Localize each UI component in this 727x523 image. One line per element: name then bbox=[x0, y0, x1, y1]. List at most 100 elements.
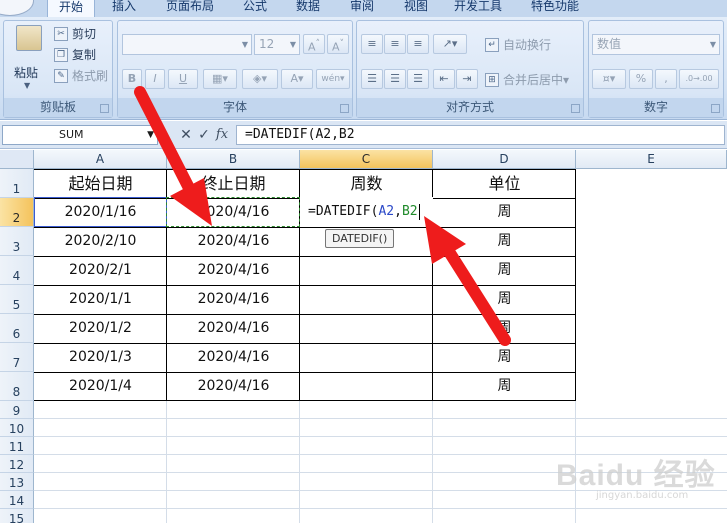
table-cell[interactable]: 周 bbox=[433, 227, 576, 256]
fill-color-button[interactable]: ◈▾ bbox=[242, 69, 278, 89]
cancel-icon[interactable]: ✕ bbox=[178, 126, 194, 144]
tab-home[interactable]: 开始 bbox=[47, 0, 95, 17]
comma-button[interactable]: , bbox=[655, 69, 677, 89]
insert-function-icon[interactable]: fx bbox=[214, 126, 230, 144]
row-header[interactable]: 6 bbox=[0, 314, 34, 343]
phonetic-button[interactable]: wén▾ bbox=[316, 69, 350, 89]
tab-formulas[interactable]: 公式 bbox=[235, 0, 275, 17]
header-cell[interactable]: 周数 bbox=[300, 169, 433, 198]
align-center-button[interactable]: ☰ bbox=[384, 69, 406, 89]
formula-input[interactable]: =DATEDIF(A2,B2 bbox=[236, 125, 725, 145]
format-painter-button[interactable]: ✎ 格式刷 bbox=[54, 67, 108, 85]
header-cell[interactable]: 终止日期 bbox=[167, 169, 300, 198]
row-header[interactable]: 3 bbox=[0, 227, 34, 256]
tab-data[interactable]: 数据 bbox=[288, 0, 328, 17]
header-cell[interactable]: 单位 bbox=[433, 169, 576, 198]
shrink-font-button[interactable]: A˅ bbox=[327, 34, 349, 54]
function-tooltip[interactable]: DATEDIF() bbox=[325, 229, 395, 248]
table-cell[interactable]: 周 bbox=[433, 198, 576, 227]
table-cell[interactable]: 周 bbox=[433, 343, 576, 372]
align-center-icon: ☰ bbox=[390, 72, 400, 85]
tab-insert[interactable]: 插入 bbox=[104, 0, 144, 17]
table-cell[interactable]: 2020/4/16 bbox=[167, 227, 300, 256]
ribbon-tab-bar: 开始 插入 页面布局 公式 数据 审阅 视图 开发工具 特色功能 bbox=[0, 0, 727, 17]
decimal-button[interactable]: .0→.00 bbox=[679, 69, 719, 89]
table-cell[interactable]: 2020/1/1 bbox=[34, 285, 167, 314]
tab-developer[interactable]: 开发工具 bbox=[448, 0, 508, 17]
table-cell[interactable]: 周 bbox=[433, 314, 576, 343]
row-header[interactable]: 12 bbox=[0, 455, 34, 473]
table-cell[interactable]: 周 bbox=[433, 372, 576, 401]
table-cell[interactable]: 2020/4/16 bbox=[167, 285, 300, 314]
row-header[interactable]: 7 bbox=[0, 343, 34, 372]
currency-button[interactable]: ¤▾ bbox=[592, 69, 626, 89]
align-top-button[interactable]: ≡ bbox=[361, 34, 383, 54]
alignment-launcher-icon[interactable] bbox=[571, 104, 580, 113]
table-cell[interactable]: 2020/1/4 bbox=[34, 372, 167, 401]
cut-button[interactable]: ✂ 剪切 bbox=[54, 25, 96, 43]
font-size-combo[interactable]: 12 ▼ bbox=[254, 34, 300, 55]
decrease-indent-button[interactable]: ⇤ bbox=[433, 69, 455, 89]
paste-dropdown-icon[interactable]: ▼ bbox=[24, 81, 30, 90]
font-launcher-icon[interactable] bbox=[340, 104, 349, 113]
tab-special-features[interactable]: 特色功能 bbox=[525, 0, 585, 17]
table-cell[interactable]: 周 bbox=[433, 285, 576, 314]
copy-button[interactable]: ❐ 复制 bbox=[54, 46, 96, 64]
font-name-combo[interactable]: ▼ bbox=[122, 34, 252, 55]
tab-page-layout[interactable]: 页面布局 bbox=[160, 0, 220, 17]
row-header[interactable]: 13 bbox=[0, 473, 34, 491]
font-color-button[interactable]: A▾ bbox=[281, 69, 313, 89]
underline-button[interactable]: U bbox=[168, 69, 198, 89]
active-cell-editor[interactable]: =DATEDIF(A2,B2 bbox=[300, 197, 433, 226]
align-bottom-button[interactable]: ≡ bbox=[407, 34, 429, 54]
table-cell[interactable]: 2020/4/16 bbox=[167, 343, 300, 372]
row-header[interactable]: 11 bbox=[0, 437, 34, 455]
merge-center-button[interactable]: ⊞ 合并后居中▾ bbox=[485, 71, 569, 89]
align-left-button[interactable]: ☰ bbox=[361, 69, 383, 89]
row-header[interactable]: 4 bbox=[0, 256, 34, 285]
row-header[interactable]: 1 bbox=[0, 169, 34, 198]
table-cell[interactable]: 周 bbox=[433, 256, 576, 285]
table-cell[interactable]: 2020/1/3 bbox=[34, 343, 167, 372]
table-cell[interactable]: 2020/4/16 bbox=[167, 314, 300, 343]
row-header[interactable]: 9 bbox=[0, 401, 34, 419]
column-header-c[interactable]: C bbox=[300, 150, 433, 169]
clipboard-launcher-icon[interactable] bbox=[100, 104, 109, 113]
align-middle-button[interactable]: ≡ bbox=[384, 34, 406, 54]
number-launcher-icon[interactable] bbox=[711, 104, 720, 113]
paste-button[interactable]: 粘贴 bbox=[14, 64, 38, 81]
table-cell[interactable]: 2020/2/1 bbox=[34, 256, 167, 285]
paste-icon[interactable] bbox=[16, 25, 42, 51]
select-all-corner[interactable] bbox=[0, 150, 34, 169]
table-cell[interactable]: 2020/4/16 bbox=[167, 372, 300, 401]
name-box[interactable]: SUM ▼ bbox=[2, 125, 158, 145]
row-header[interactable]: 8 bbox=[0, 372, 34, 401]
row-header[interactable]: 2 bbox=[0, 198, 34, 227]
border-button[interactable]: ▦▾ bbox=[203, 69, 237, 89]
increase-indent-button[interactable]: ⇥ bbox=[456, 69, 478, 89]
office-button[interactable] bbox=[0, 0, 34, 16]
orientation-button[interactable]: ↗▾ bbox=[433, 34, 467, 54]
grow-font-button[interactable]: A˄ bbox=[303, 34, 325, 54]
table-cell[interactable]: 2020/4/16 bbox=[167, 256, 300, 285]
tab-review[interactable]: 审阅 bbox=[342, 0, 382, 17]
table-cell[interactable]: 2020/1/2 bbox=[34, 314, 167, 343]
number-format-combo[interactable]: 数值 ▼ bbox=[592, 34, 720, 55]
percent-button[interactable]: % bbox=[629, 69, 653, 89]
bold-button[interactable]: B bbox=[122, 69, 142, 89]
align-right-button[interactable]: ☰ bbox=[407, 69, 429, 89]
column-header-d[interactable]: D bbox=[433, 150, 576, 169]
row-header[interactable]: 10 bbox=[0, 419, 34, 437]
column-header-e[interactable]: E bbox=[576, 150, 727, 169]
table-cell[interactable]: 2020/2/10 bbox=[34, 227, 167, 256]
row-header[interactable]: 15 bbox=[0, 509, 34, 523]
italic-button[interactable]: I bbox=[145, 69, 165, 89]
row-header[interactable]: 14 bbox=[0, 491, 34, 509]
column-header-b[interactable]: B bbox=[167, 150, 300, 169]
column-header-a[interactable]: A bbox=[34, 150, 167, 169]
enter-icon[interactable]: ✓ bbox=[196, 126, 212, 144]
wrap-text-button[interactable]: ↵ 自动换行 bbox=[485, 36, 551, 54]
tab-view[interactable]: 视图 bbox=[396, 0, 436, 17]
row-header[interactable]: 5 bbox=[0, 285, 34, 314]
header-cell[interactable]: 起始日期 bbox=[34, 169, 167, 198]
